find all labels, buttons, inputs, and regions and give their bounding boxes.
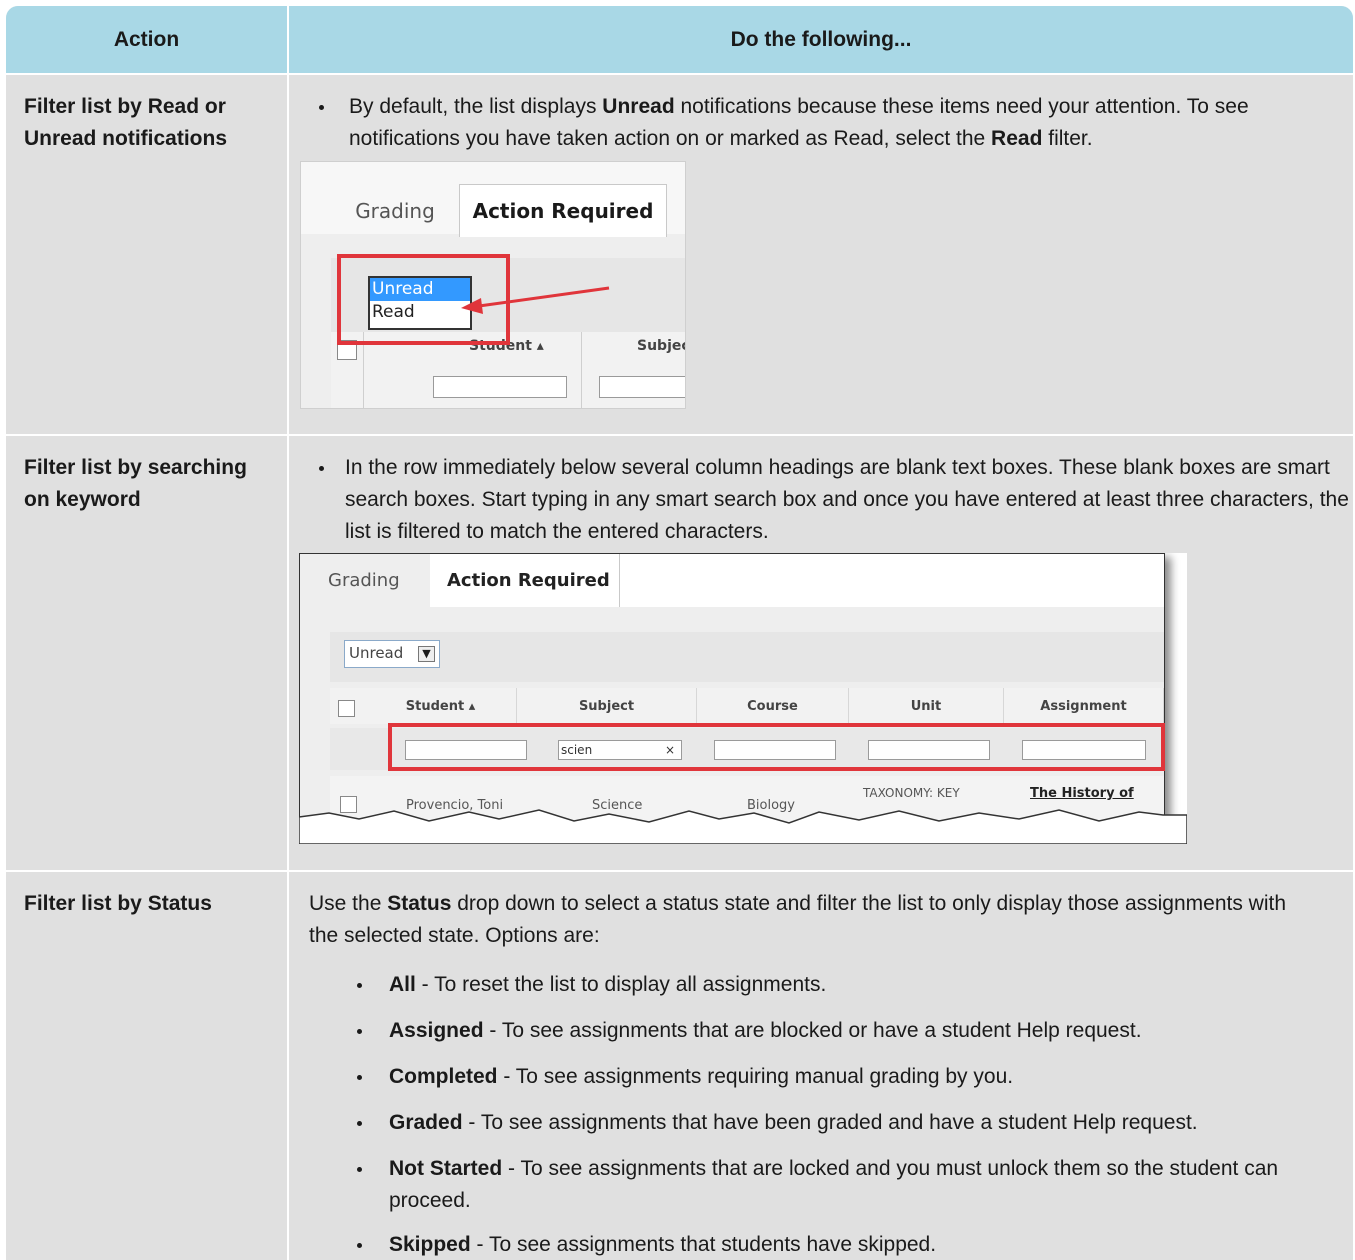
bullet-icon [319,466,324,471]
bullet-icon [357,1029,362,1034]
screenshot-smart-search: Grading Action Required Unread ▼ Student… [299,553,1187,844]
header-action: Action [6,6,289,73]
torn-edge [299,809,1187,844]
status-option-name: Completed [389,1065,498,1088]
bullet-text: In the row immediately below several col… [345,456,1349,543]
status-option-text: Not Started - To see assignments that ar… [389,1153,1327,1217]
status-option-text: Assigned - To see assignments that are b… [389,1015,1327,1047]
bullet-icon [319,105,324,110]
bullet-icon [357,1075,362,1080]
status-option-desc: - To see assignments that have been grad… [462,1111,1198,1134]
bullet-text: By default, the list displays Unread not… [349,95,1249,150]
bullet-icon [357,1167,362,1172]
status-option-text: Completed - To see assignments requiring… [389,1061,1327,1093]
status-option-name: Assigned [389,1019,484,1042]
status-option-name: Graded [389,1111,463,1134]
arrow-icon [461,286,610,314]
screenshot-read-filter: Grading Action Required Unread Read Stud… [300,161,686,409]
action-description: Use the Status drop down to select a sta… [289,872,1353,1260]
status-option-text: All - To reset the list to display all a… [389,969,1327,1001]
status-option-desc: - To see assignments that are locked and… [389,1157,1279,1212]
bullet-icon [357,1243,362,1248]
header-do-following: Do the following... [730,27,912,51]
status-option-desc: - To see assignments that students have … [470,1233,937,1256]
status-option-desc: - To see assignments requiring manual gr… [497,1065,1014,1088]
status-option-name: Not Started [389,1157,503,1180]
status-option-name: Skipped [389,1233,471,1256]
status-option-name: All [389,973,416,996]
bullet-icon [357,1121,362,1126]
action-label: Filter list by Status [6,872,289,1260]
action-label: Filter list by Read or Unread notificati… [6,75,289,434]
status-option-text: Skipped - To see assignments that studen… [389,1229,1327,1260]
status-option-desc: - To reset the list to display all assig… [415,973,827,996]
bullet-icon [357,983,362,988]
status-option-desc: - To see assignments that are blocked or… [483,1019,1142,1042]
table-row: Filter list by Status Use the Status dro… [6,870,1353,1260]
intro-text: Use the Status drop down to select a sta… [309,892,1287,947]
status-option-text: Graded - To see assignments that have be… [389,1107,1327,1139]
table-header: Action Do the following... [6,6,1353,73]
action-label: Filter list by searching on keyword [6,436,289,870]
